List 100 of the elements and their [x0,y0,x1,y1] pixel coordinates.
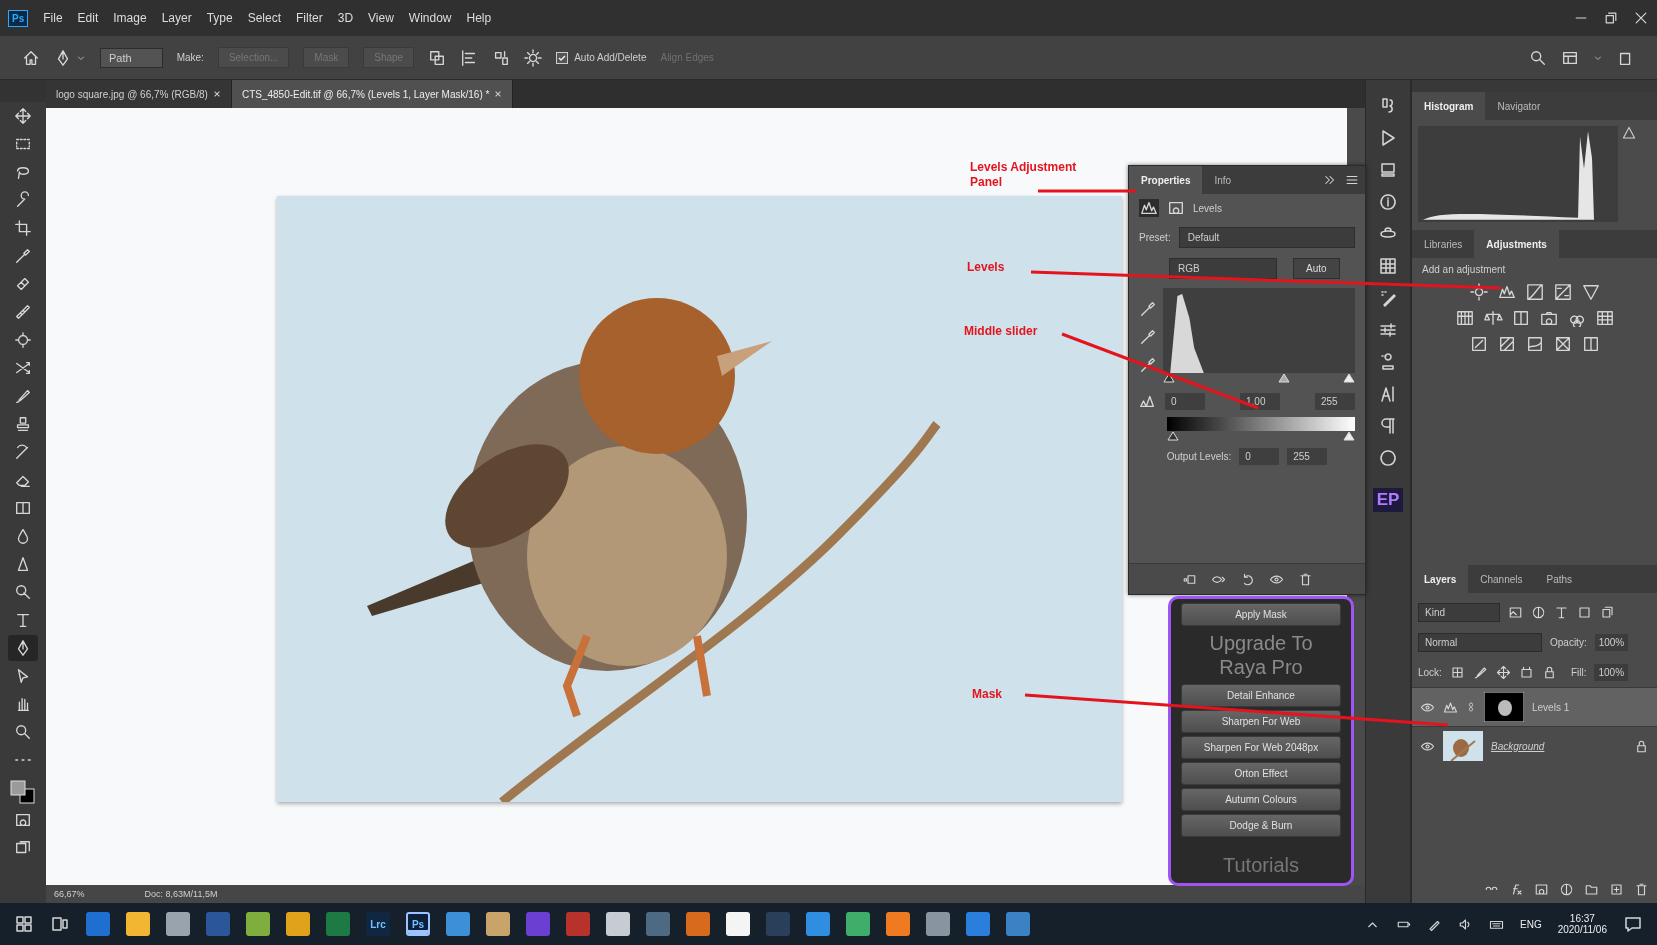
panel-tab[interactable]: Properties [1129,166,1203,194]
shadow-slider-handle[interactable] [1163,373,1175,383]
opacity-field[interactable]: 100% [1594,633,1629,651]
info-icon[interactable] [1378,192,1398,212]
brush-preset-icon[interactable] [1378,288,1398,308]
sliders-icon[interactable] [1378,320,1398,340]
lock-pixels-icon[interactable] [1449,664,1465,680]
warning-icon[interactable] [1622,126,1636,140]
app-icon[interactable]: Lrc [366,912,390,936]
smart-filter-icon[interactable] [1600,604,1615,620]
panel-tab[interactable]: Navigator [1485,92,1553,120]
mask-icon[interactable] [1167,199,1185,217]
raya-button[interactable]: Sharpen For Web 2048px [1181,736,1341,759]
notification-icon[interactable] [1623,914,1643,934]
document-tab[interactable]: CTS_4850-Edit.tif @ 66,7% (Levels 1, Layer Mask/16) * [231,80,514,108]
menu-item[interactable]: Type [206,11,233,25]
triangle-icon[interactable] [1580,283,1601,301]
hue-icon[interactable] [1454,309,1475,327]
mask-thumbnail[interactable] [1484,692,1524,722]
trash-icon[interactable] [1297,571,1313,587]
preset-dropdown[interactable]: Default [1178,227,1355,248]
upgrade-link[interactable]: Upgrade To Raya Pro [1198,631,1324,679]
adjustment-icon[interactable] [1559,881,1574,897]
balance-icon[interactable] [1482,309,1503,327]
menu-item[interactable]: File [43,11,63,25]
table-icon[interactable] [1594,309,1615,327]
menu-icon[interactable] [1345,173,1359,187]
search-icon[interactable] [1529,48,1547,67]
menu-item[interactable]: Help [466,11,492,25]
menu-item[interactable]: Window [408,11,452,25]
input-level-field[interactable]: 255 [1315,392,1355,410]
document-tab[interactable]: logo square.jpg @ 66,7% (RGB/8) [46,80,232,108]
shape-filter-icon[interactable] [1577,604,1592,620]
clock-date[interactable]: 2020/11/06 [1557,924,1607,935]
close-icon[interactable] [494,90,503,98]
mask-icon[interactable] [1534,881,1549,897]
app-logo[interactable]: Ps [8,9,29,27]
exposure-icon[interactable] [1552,283,1573,301]
camera-icon[interactable] [1538,309,1559,327]
raya-button[interactable]: Apply Mask [1181,603,1341,626]
menu-item[interactable]: Select [247,11,282,25]
fill-field[interactable]: 100% [1594,663,1629,681]
settings-icon[interactable] [524,48,543,67]
tool-button[interactable] [8,635,38,661]
raya-button[interactable]: Orton Effect [1181,762,1341,785]
shadow-eyedropper-icon[interactable] [1139,300,1157,318]
quick-mask-icon[interactable] [14,811,32,829]
panel-tab[interactable]: Histogram [1412,92,1486,120]
app-icon[interactable]: Ps [406,912,430,936]
mode-dropdown[interactable]: Path [100,47,163,68]
move-icon[interactable] [1495,664,1511,680]
menu-item[interactable]: Filter [296,11,323,25]
language-indicator[interactable]: ENG [1520,918,1542,930]
panel-tab[interactable]: Libraries [1412,230,1475,258]
highlight-eyedropper-icon[interactable] [1139,356,1157,374]
layer-row[interactable]: Levels 1 [1412,687,1657,726]
clock-time[interactable]: 16:37 [1569,913,1595,924]
raya-button[interactable]: Detail Enhance [1181,684,1341,707]
output-level-field[interactable]: 255 [1287,448,1328,465]
path-ops-icon[interactable] [428,48,447,67]
home-icon[interactable] [22,48,40,67]
output-level-field[interactable]: 0 [1239,448,1280,465]
brush-icon[interactable] [1472,664,1488,680]
image-filter-icon[interactable] [1508,604,1523,620]
start-icon[interactable] [14,914,34,934]
input-level-field[interactable]: 0 [1165,392,1205,410]
artboard-icon[interactable] [1518,664,1534,680]
close-icon[interactable] [212,90,221,98]
midtone-eyedropper-icon[interactable] [1139,328,1157,346]
levels-icon[interactable] [1496,283,1517,301]
panel-tab[interactable]: Info [1202,166,1244,194]
speaker-icon[interactable] [1458,916,1473,932]
panel-tab[interactable]: Channels [1468,565,1535,593]
color-swatches-icon[interactable] [8,778,38,806]
layer-row[interactable]: Background [1412,726,1657,765]
adjustment-filter-icon[interactable] [1531,604,1546,620]
paragraph-icon[interactable] [1378,416,1398,436]
curves-icon[interactable] [1524,283,1545,301]
raya-button[interactable]: Autumn Colours [1181,788,1341,811]
task-view-icon[interactable] [50,914,70,934]
menu-item[interactable]: Layer [161,11,192,25]
arrange-icon[interactable] [492,48,511,67]
panel-tab[interactable]: Layers [1412,565,1469,593]
raya-button[interactable]: Dodge & Burn [1181,814,1341,837]
menu-item[interactable]: Image [113,11,147,25]
close-icon[interactable] [1633,10,1649,26]
blend-mode-dropdown[interactable]: Normal [1418,632,1542,652]
menu-item[interactable]: 3D [337,11,354,25]
checkbox[interactable] [556,51,569,64]
raya-button[interactable]: Sharpen For Web [1181,710,1341,733]
filter-dropdown[interactable]: Kind [1418,602,1500,622]
auto-button[interactable]: Auto [1293,258,1340,279]
levels-icon[interactable] [1139,199,1159,217]
collapse-icon[interactable] [1323,173,1337,187]
restore-icon[interactable] [1603,10,1619,26]
new-layer-icon[interactable] [1609,881,1624,897]
shadow-slider-handle[interactable] [1167,431,1179,441]
panel-tab[interactable]: Paths [1534,565,1585,593]
menu-item[interactable]: Edit [77,11,99,25]
info-panel-icon[interactable] [1378,160,1398,180]
